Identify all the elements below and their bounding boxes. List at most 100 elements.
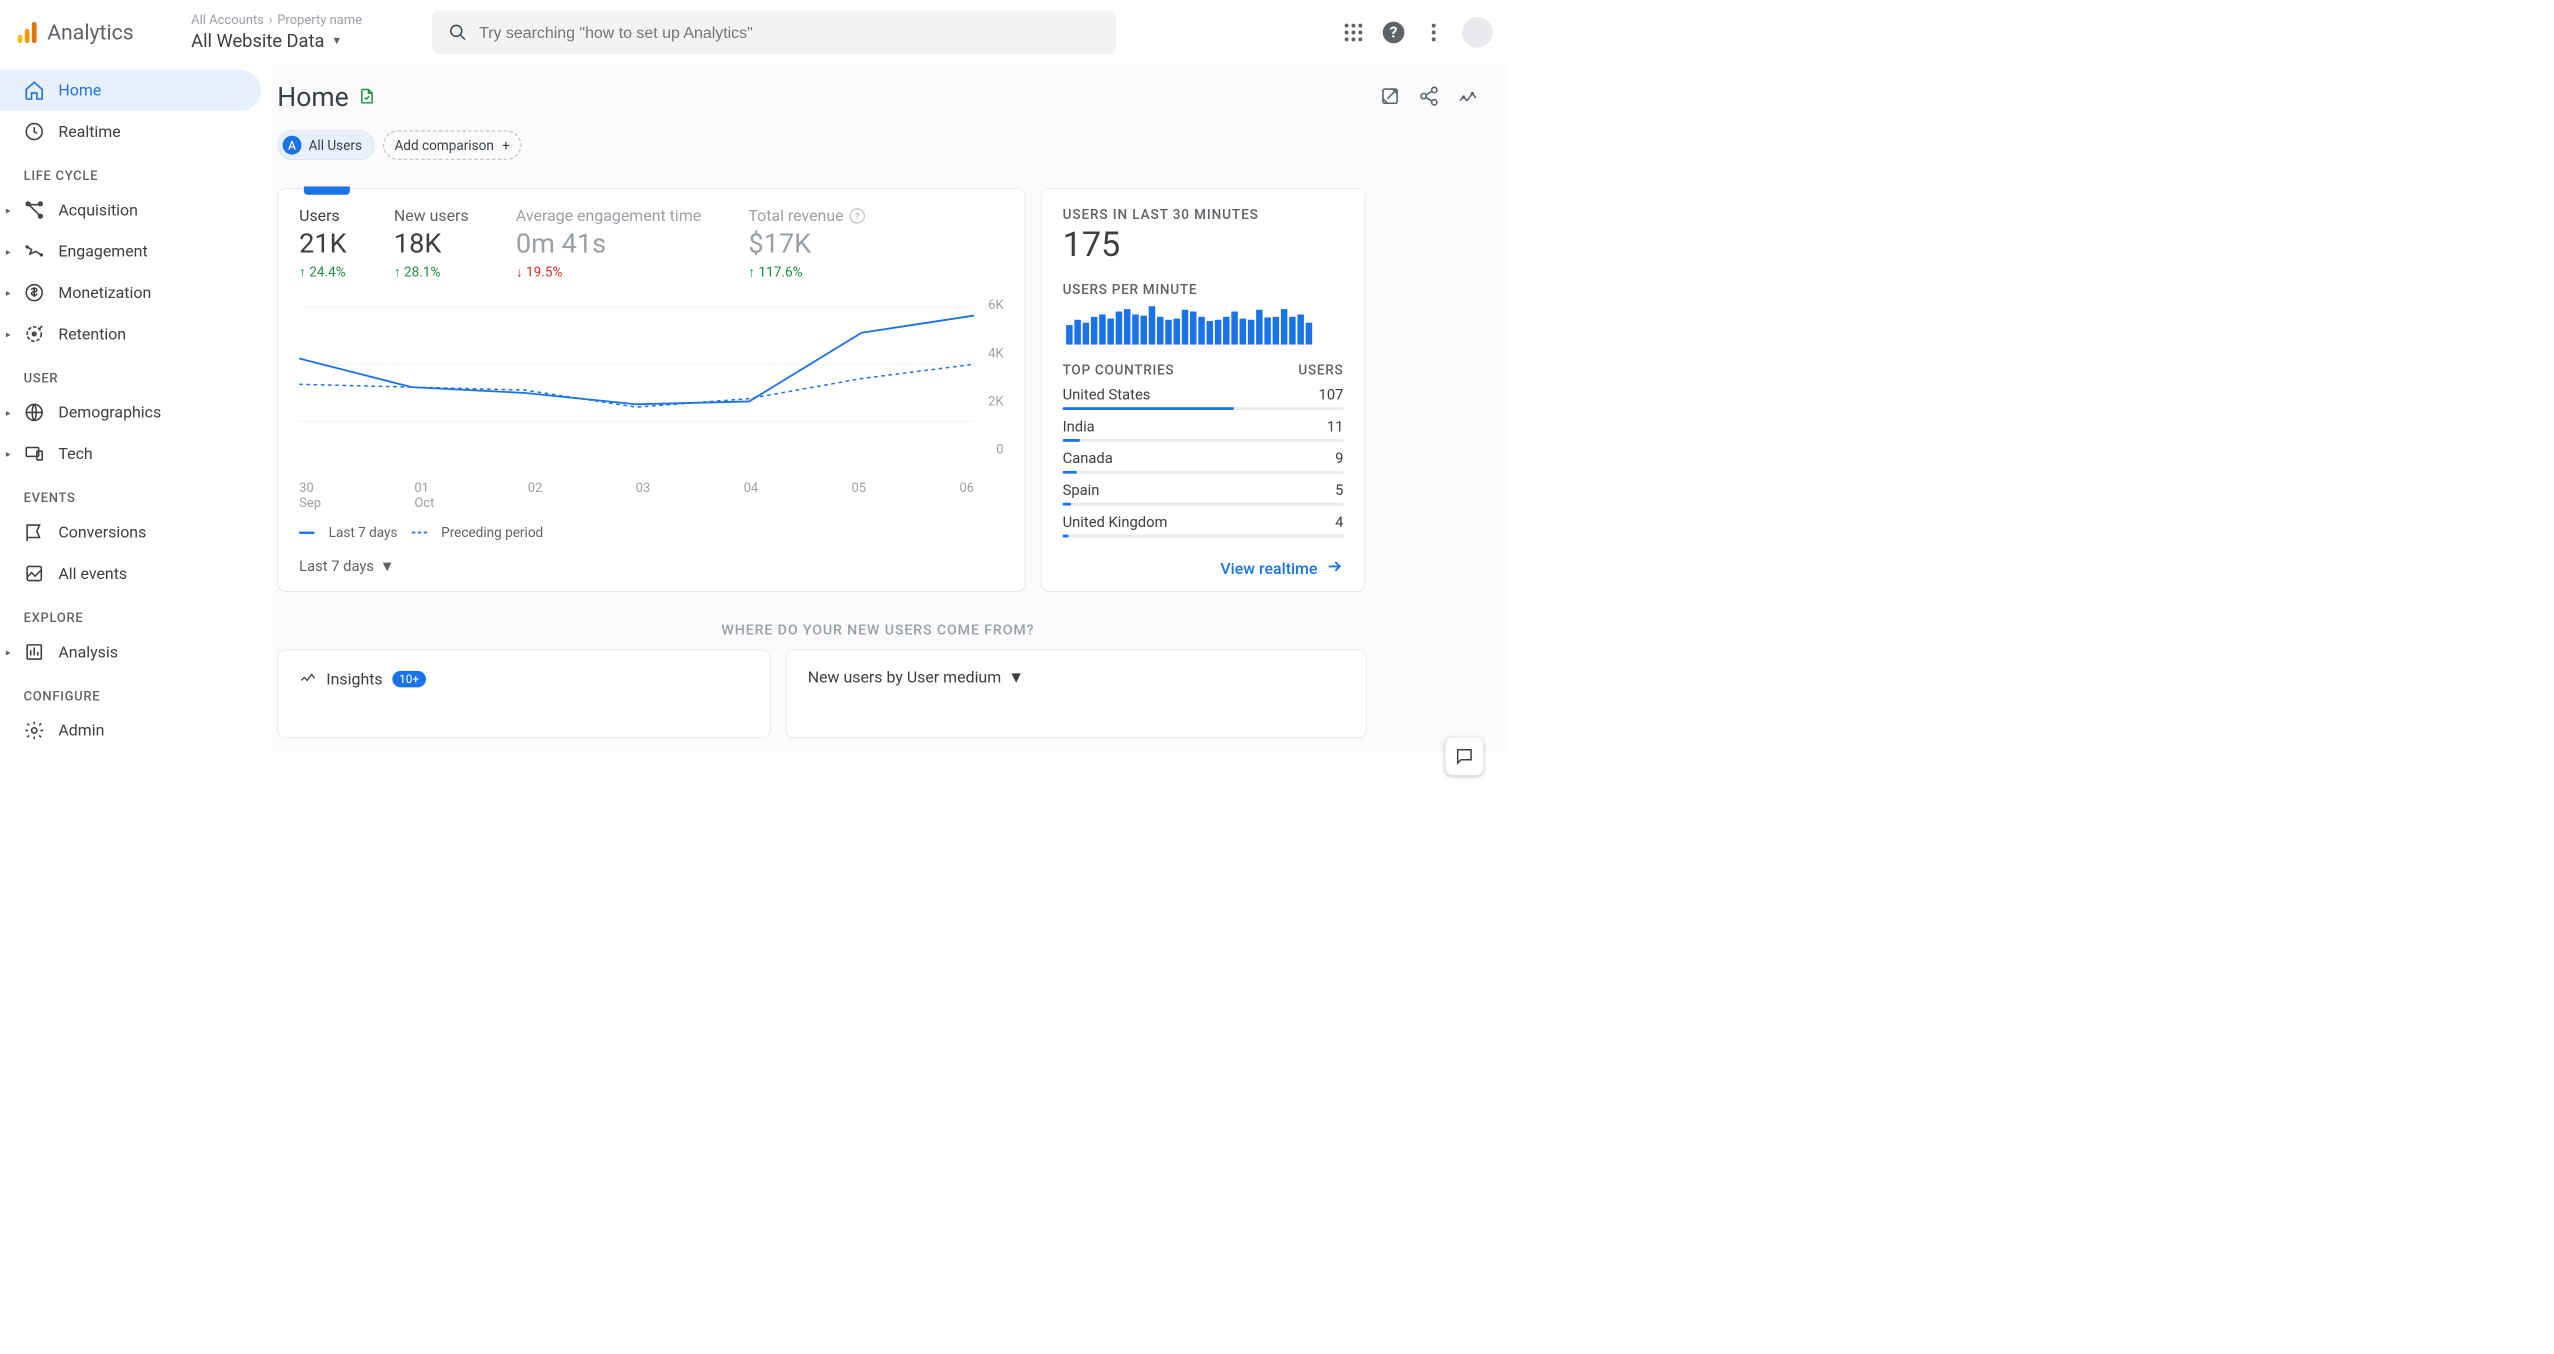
minute-bar [1240,319,1246,345]
help-icon[interactable]: ? [849,208,864,223]
minute-bar [1306,323,1312,345]
nav-tech[interactable]: ▸ Tech [0,433,261,474]
nav-demographics[interactable]: ▸ Demographics [0,392,261,433]
nav-label: Admin [58,721,104,740]
period-selector[interactable]: Last 7 days ▼ [299,558,1003,575]
page-status-icon [358,87,376,107]
nav-label: Retention [58,325,126,344]
metric-label: New users [394,206,469,225]
metric-value: 18K [394,228,469,260]
section-header-where: WHERE DO YOUR NEW USERS COME FROM? [277,621,1478,638]
nav-conversions[interactable]: Conversions [0,512,261,553]
legend-swatch-solid [299,532,314,534]
country-name: Spain [1063,482,1100,499]
more-vert-icon[interactable] [1422,21,1446,45]
country-name: Canada [1063,450,1113,467]
nav-acquisition[interactable]: ▸ Acquisition [0,189,261,230]
add-comparison-label: Add comparison [394,137,493,153]
realtime-title: USERS IN LAST 30 MINUTES [1063,206,1344,222]
header-bar: Analytics All Accounts › Property name A… [0,0,1507,65]
account-selector[interactable]: All Accounts › Property name All Website… [191,13,427,52]
nav-realtime[interactable]: Realtime [0,111,261,152]
nav-admin[interactable]: Admin [0,710,261,751]
customize-icon[interactable] [1379,85,1400,109]
country-row[interactable]: Spain5 [1063,474,1344,506]
metric-new-users[interactable]: New users 18K ↑ 28.1% [394,206,469,280]
country-users: 9 [1335,450,1343,467]
breadcrumb-property[interactable]: Property name [277,13,362,28]
metric-change: ↑ 24.4% [299,264,347,280]
minute-bar [1231,312,1237,345]
insights-card[interactable]: Insights 10+ [277,650,770,739]
minute-bar [1157,317,1163,344]
product-logo[interactable]: Analytics [14,19,179,45]
minute-bar [1091,317,1097,344]
nav-label: Analysis [58,643,118,662]
country-users: 11 [1327,418,1344,435]
nav-home[interactable]: Home [0,70,261,111]
chevron-right-icon: › [269,13,273,28]
share-icon[interactable] [1418,85,1439,109]
metric-average-engagement-time[interactable]: Average engagement time 0m 41s↓ 19.5% [516,206,701,280]
minute-bar [1207,321,1213,345]
metric-change: ↑ 28.1% [394,264,469,280]
metric-change: ↓ 19.5% [516,264,701,280]
page-actions [1379,85,1478,109]
breadcrumb-root[interactable]: All Accounts [191,13,264,28]
metric-label: Users [299,206,347,225]
nav-label: Engagement [58,242,147,261]
countries-list: United States107India11 Canada 9 Spain5Unit… [1063,378,1344,537]
section-title-configure: CONFIGURE [0,673,271,710]
nav-all-events[interactable]: All events [0,553,261,594]
origin-dropdown[interactable]: New users by User medium ▼ [808,668,1345,687]
country-users: 4 [1335,514,1343,531]
country-row[interactable]: India11 [1063,410,1344,442]
sidebar: Home Realtime LIFE CYCLE ▸ Acquisition ▸… [0,65,271,751]
x-tick: 03 [636,481,651,511]
nav-engagement[interactable]: ▸ Engagement [0,231,261,272]
feedback-fab[interactable] [1445,737,1483,775]
nav-label: Realtime [58,122,120,141]
country-row[interactable]: United States107 [1063,378,1344,410]
help-icon[interactable]: ? [1382,21,1406,45]
realtime-subtitle: USERS PER MINUTE [1063,281,1344,297]
search-box[interactable] [432,11,1116,55]
segment-chip[interactable]: A All Users [277,130,374,160]
insights-icon[interactable] [1457,85,1478,109]
avatar[interactable] [1462,17,1493,48]
search-icon [448,23,467,42]
insights-sparkle-icon [299,668,317,690]
header-actions: ? [1342,17,1493,48]
main-content: Home A All Users Add comparison + [271,65,1506,751]
metric-users[interactable]: Users 21K↑ 24.4% [299,206,347,280]
metric-total-revenue[interactable]: Total revenue ?$17K↑ 117.6% [748,206,864,280]
search-input[interactable] [479,23,1100,41]
section-title-events: EVENTS [0,474,271,511]
add-comparison-button[interactable]: Add comparison + [383,130,522,160]
view-selector-label: All Website Data [191,30,324,52]
view-selector[interactable]: All Website Data ▼ [191,30,427,52]
section-title-user: USER [0,355,271,392]
x-tick: 04 [744,481,759,511]
minute-bar [1273,317,1279,345]
apps-icon[interactable] [1342,21,1366,45]
nav-monetization[interactable]: ▸ Monetization [0,272,261,313]
chevron-down-icon: ▼ [380,558,395,575]
arrow-right-icon [1326,558,1344,580]
minute-bar [1190,312,1196,345]
line-chart-svg [299,298,974,479]
nav-retention[interactable]: ▸ Retention [0,313,261,354]
product-name: Analytics [47,20,134,45]
minute-bar [1174,319,1180,345]
country-row[interactable]: Canada 9 [1063,442,1344,474]
minute-bar [1248,320,1254,345]
nav-analysis[interactable]: ▸ Analysis [0,631,261,672]
nav-label: Monetization [58,283,151,302]
nav-label: Tech [58,444,92,463]
minute-bar [1132,314,1138,344]
legend-label: Preceding period [441,525,543,541]
minute-bar [1149,306,1155,344]
analytics-logo-icon [14,19,40,45]
view-realtime-link[interactable]: View realtime [1063,558,1344,580]
country-row[interactable]: United Kingdom4 [1063,506,1344,538]
